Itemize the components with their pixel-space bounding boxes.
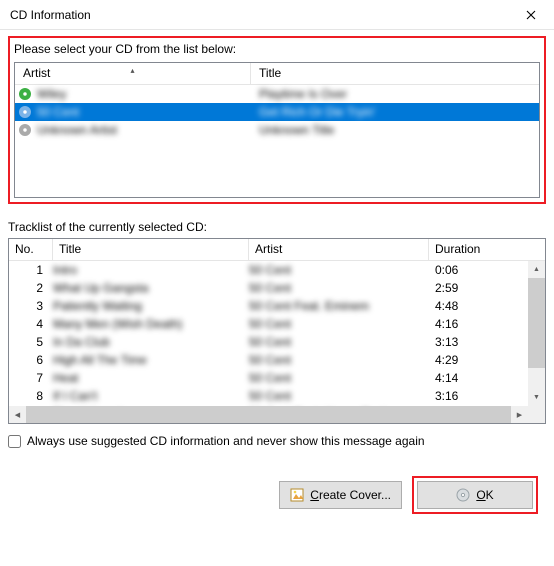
tracklist-box: No. Title Artist Duration 1Intro50 Cent0… [8, 238, 546, 424]
cd-row[interactable]: WileyPlaytime Is Over [15, 85, 539, 103]
table-row[interactable]: 7Heat50 Cent4:14 [9, 369, 545, 387]
track-no: 4 [9, 317, 53, 331]
disc-icon [15, 106, 35, 118]
horizontal-scrollbar[interactable]: ◀ ▶ [9, 406, 545, 423]
tracklist-body[interactable]: 1Intro50 Cent0:062What Up Gangsta50 Cent… [9, 261, 545, 406]
table-row[interactable]: 8If I Can't50 Cent3:16 [9, 387, 545, 405]
cd-row-title: Get Rich Or Die Tryin' [251, 105, 539, 119]
track-artist: 50 Cent [249, 263, 429, 277]
window-title: CD Information [10, 8, 508, 22]
track-title: Patiently Waiting [53, 299, 249, 313]
cd-select-section: Please select your CD from the list belo… [8, 36, 546, 204]
ok-label: OK [476, 488, 493, 502]
vertical-scrollbar[interactable]: ▲ ▼ [528, 261, 545, 406]
track-title: Intro [53, 263, 249, 277]
ok-button[interactable]: OK [417, 481, 533, 509]
tracklist-header: No. Title Artist Duration [9, 239, 545, 261]
cd-row-artist: Wiley [35, 87, 251, 101]
track-artist: 50 Cent Feat. Eminem [249, 299, 429, 313]
checkbox-row: Always use suggested CD information and … [8, 434, 546, 448]
always-use-label[interactable]: Always use suggested CD information and … [27, 434, 425, 448]
scroll-left-icon[interactable]: ◀ [9, 406, 26, 423]
cd-row-title: Unknown Title [251, 123, 539, 137]
cd-row[interactable]: 50 CentGet Rich Or Die Tryin' [15, 103, 539, 121]
table-row[interactable]: 2What Up Gangsta50 Cent2:59 [9, 279, 545, 297]
always-use-checkbox[interactable] [8, 435, 21, 448]
cd-list-header: ▴ Artist Title [15, 63, 539, 85]
track-no: 7 [9, 371, 53, 385]
track-title: In Da Club [53, 335, 249, 349]
table-row[interactable]: 6High All The Time50 Cent4:29 [9, 351, 545, 369]
button-row: Create Cover... OK [8, 476, 546, 514]
track-title: What Up Gangsta [53, 281, 249, 295]
cd-row-artist: 50 Cent [35, 105, 251, 119]
ok-highlight: OK [412, 476, 538, 514]
create-cover-button[interactable]: Create Cover... [279, 481, 402, 509]
track-no: 3 [9, 299, 53, 313]
sort-asc-icon: ▴ [130, 66, 134, 75]
close-icon [526, 10, 536, 20]
cd-row-artist: Unknown Artist [35, 123, 251, 137]
create-cover-label: Create Cover... [310, 488, 391, 502]
cd-column-artist[interactable]: ▴ Artist [15, 63, 251, 84]
tracklist-label: Tracklist of the currently selected CD: [8, 220, 546, 234]
cd-select-list[interactable]: ▴ Artist Title WileyPlaytime Is Over50 C… [14, 62, 540, 198]
cd-column-title[interactable]: Title [251, 63, 539, 84]
table-row[interactable]: 3Patiently Waiting50 Cent Feat. Eminem4:… [9, 297, 545, 315]
table-row[interactable]: 1Intro50 Cent0:06 [9, 261, 545, 279]
scroll-thumb-v[interactable] [528, 278, 545, 368]
cd-row-title: Playtime Is Over [251, 87, 539, 101]
disc-icon [15, 88, 35, 100]
track-no: 8 [9, 389, 53, 403]
track-artist: 50 Cent [249, 317, 429, 331]
track-artist: 50 Cent [249, 281, 429, 295]
track-column-title[interactable]: Title [53, 239, 249, 260]
close-button[interactable] [508, 0, 554, 30]
table-row[interactable]: 5In Da Club50 Cent3:13 [9, 333, 545, 351]
track-artist: 50 Cent [249, 335, 429, 349]
cd-select-prompt: Please select your CD from the list belo… [14, 42, 540, 56]
titlebar: CD Information [0, 0, 554, 30]
disc-icon [15, 124, 35, 136]
track-title: Heat [53, 371, 249, 385]
track-no: 6 [9, 353, 53, 367]
track-title: Many Men (Wish Death) [53, 317, 249, 331]
track-column-artist[interactable]: Artist [249, 239, 429, 260]
scroll-up-icon[interactable]: ▲ [528, 261, 545, 278]
track-no: 5 [9, 335, 53, 349]
track-no: 2 [9, 281, 53, 295]
scroll-right-icon[interactable]: ▶ [511, 406, 528, 423]
track-column-duration[interactable]: Duration [429, 239, 545, 260]
track-artist: 50 Cent [249, 389, 429, 403]
track-column-no[interactable]: No. [9, 239, 53, 260]
scroll-thumb-h[interactable] [26, 406, 511, 423]
track-title: High All The Time [53, 353, 249, 367]
cover-icon [290, 488, 304, 502]
track-title: If I Can't [53, 389, 249, 403]
track-no: 1 [9, 263, 53, 277]
cd-row[interactable]: Unknown ArtistUnknown Title [15, 121, 539, 139]
disc-icon [456, 488, 470, 502]
scroll-down-icon[interactable]: ▼ [528, 389, 545, 406]
table-row[interactable]: 4Many Men (Wish Death)50 Cent4:16 [9, 315, 545, 333]
track-artist: 50 Cent [249, 371, 429, 385]
track-artist: 50 Cent [249, 353, 429, 367]
